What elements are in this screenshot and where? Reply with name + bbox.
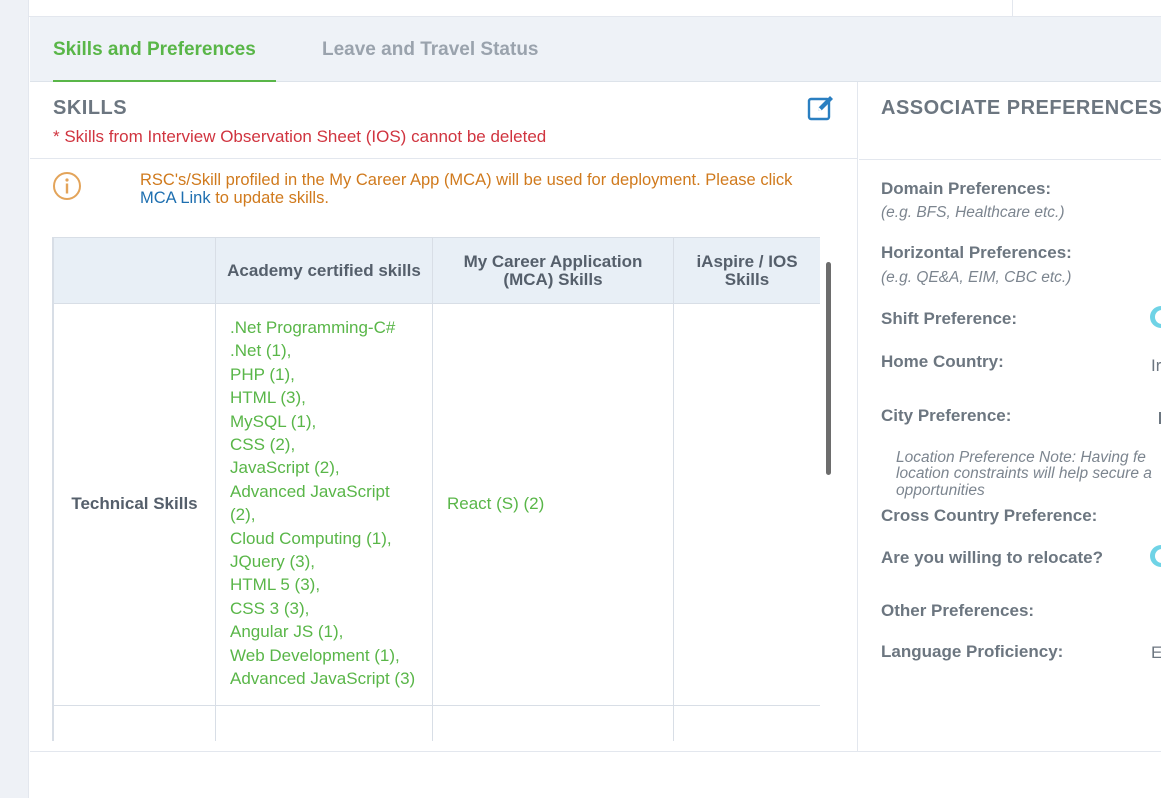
iaspire-skills-cell — [673, 303, 820, 706]
tab-leave-and-travel-status[interactable]: Leave and Travel Status — [322, 39, 539, 61]
preferences-panel: ASSOCIATE PREFERENCES Domain Preferences… — [859, 82, 1161, 752]
shift-preference-label: Shift Preference: — [881, 309, 1018, 328]
column-header-category — [53, 237, 216, 304]
horizontal-preferences-label: Horizontal Preferences: — [881, 243, 1072, 262]
column-header-iaspire: iAspire / IOS Skills — [673, 237, 820, 304]
table-cell — [673, 704, 820, 741]
info-text-start: RSC's/Skill profiled in the My Career Ap… — [140, 171, 793, 189]
skill-item: CSS 3 (3), — [230, 598, 310, 618]
skill-item: Advanced JavaScript (3) — [230, 669, 416, 689]
shift-preference-toggle[interactable] — [1150, 306, 1161, 328]
table-cell — [432, 704, 674, 741]
horizontal-preferences-hint: (e.g. QE&A, EIM, CBC etc.) — [881, 269, 1072, 286]
skills-panel: SKILLS * Skills from Interview Observati… — [30, 82, 858, 752]
tab-skills-and-preferences[interactable]: Skills and Preferences — [53, 39, 256, 61]
mca-link[interactable]: MCA Link — [140, 189, 211, 207]
domain-preferences-label: Domain Preferences: — [881, 179, 1052, 198]
preferences-title: ASSOCIATE PREFERENCES — [881, 97, 1161, 119]
skill-item: Advanced JavaScript (2), — [230, 481, 390, 525]
academy-skills-cell: .Net Programming-C# .Net (1), PHP (1), H… — [215, 303, 433, 706]
mca-skills-cell: React (S) (2) — [432, 303, 674, 706]
skill-item: Angular JS (1), — [230, 622, 344, 642]
table-cell — [53, 704, 216, 741]
location-note-line-3: opportunities — [896, 482, 985, 499]
info-icon — [52, 171, 82, 201]
home-country-label: Home Country: — [881, 352, 1004, 371]
preferences-divider — [859, 159, 1161, 160]
row-label-technical-skills: Technical Skills — [53, 303, 216, 706]
panel-bottom-border — [30, 751, 1161, 752]
skill-item: PHP (1), — [230, 364, 295, 384]
skills-warning-note: * Skills from Interview Observation Shee… — [53, 127, 547, 146]
skill-item: .Net Programming-C# — [230, 318, 396, 337]
skill-item: HTML (3), — [230, 388, 306, 408]
skill-item: HTML 5 (3), — [230, 575, 321, 595]
skills-header: SKILLS * Skills from Interview Observati… — [30, 82, 858, 159]
table-scrollbar[interactable] — [826, 262, 831, 475]
relocate-label: Are you willing to relocate? — [881, 548, 1103, 567]
mca-info-text: RSC's/Skill profiled in the My Career Ap… — [140, 171, 830, 207]
skills-table: Academy certified skills My Career Appli… — [53, 237, 820, 741]
column-header-mca: My Career Application (MCA) Skills — [432, 237, 674, 304]
home-country-value: Ir — [1151, 356, 1161, 375]
skill-item: MySQL (1), — [230, 411, 317, 431]
edit-icon[interactable] — [807, 94, 835, 122]
cross-country-preference-label: Cross Country Preference: — [881, 506, 1098, 525]
table-row — [53, 704, 820, 741]
language-proficiency-label: Language Proficiency: — [881, 642, 1064, 661]
skill-item: .Net (1), — [230, 341, 292, 361]
table-cell — [215, 704, 433, 741]
top-divider — [1012, 0, 1013, 16]
mca-info-row: RSC's/Skill profiled in the My Career Ap… — [30, 160, 858, 220]
skills-title: SKILLS — [53, 97, 128, 119]
domain-preferences-hint: (e.g. BFS, Healthcare etc.) — [881, 204, 1065, 221]
column-header-academy: Academy certified skills — [215, 237, 433, 304]
other-preferences-label: Other Preferences: — [881, 601, 1035, 620]
skills-table-container: Academy certified skills My Career Appli… — [52, 237, 820, 741]
location-note-line-2: location constraints will help secure a — [896, 465, 1152, 482]
skill-item: JQuery (3), — [230, 552, 316, 572]
language-proficiency-value: E — [1151, 643, 1161, 662]
city-preference-label: City Preference: — [881, 406, 1012, 425]
skill-item: Web Development (1), — [230, 645, 400, 665]
top-strip — [29, 0, 1161, 17]
skill-item: CSS (2), — [230, 435, 296, 455]
skill-item: Cloud Computing (1), — [230, 528, 392, 548]
skills-table-header-row: Academy certified skills My Career Appli… — [53, 237, 820, 304]
info-text-end: to update skills. — [210, 189, 329, 207]
skill-item: JavaScript (2), — [230, 458, 340, 478]
left-gutter — [0, 0, 29, 798]
table-row: Technical Skills .Net Programming-C# .Ne… — [53, 303, 820, 706]
location-note-line-1: Location Preference Note: Having fe — [896, 449, 1146, 466]
tab-bar: Skills and Preferences Leave and Travel … — [30, 17, 1161, 82]
relocate-toggle[interactable] — [1150, 545, 1161, 567]
